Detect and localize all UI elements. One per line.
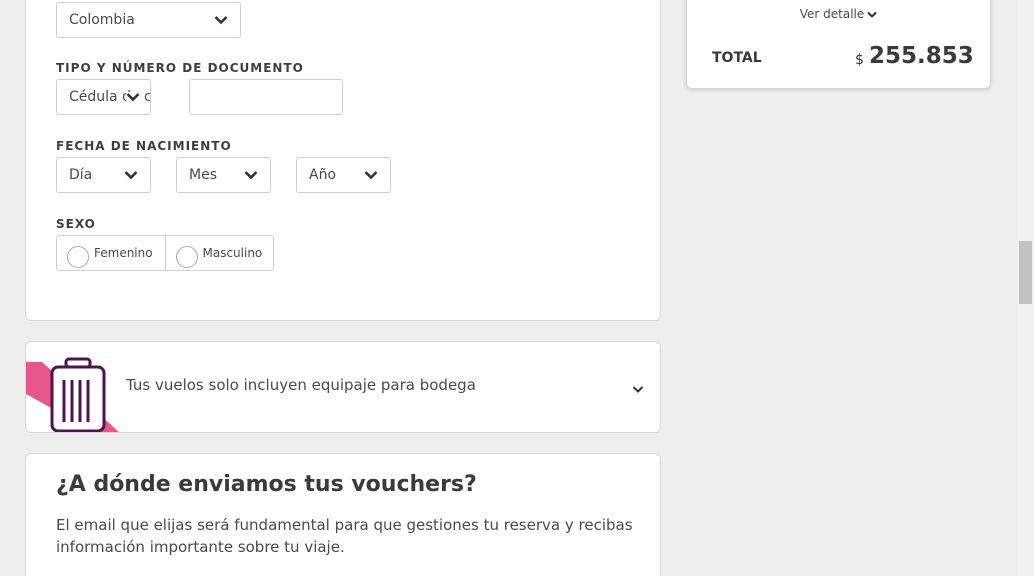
sex-label: SEXO xyxy=(56,217,96,231)
chevron-down-icon xyxy=(126,92,140,102)
view-detail-link[interactable]: Ver detalle xyxy=(687,7,990,21)
chevron-down-icon xyxy=(214,15,228,25)
voucher-description: El email que elijas será fundamental par… xyxy=(56,516,633,556)
birth-day-select[interactable]: Día xyxy=(56,157,151,193)
chevron-down-icon xyxy=(364,170,378,180)
document-type-select[interactable]: Cédula de ciudadanía xyxy=(56,79,151,115)
voucher-card: ¿A dónde enviamos tus vouchers? El email… xyxy=(25,453,661,576)
birth-day-value: Día xyxy=(69,167,93,183)
sex-radio-group: Femenino Masculino xyxy=(56,235,274,271)
suitcase-icon xyxy=(26,357,119,432)
birth-month-select[interactable]: Mes xyxy=(176,157,271,193)
country-select-value: Colombia xyxy=(69,12,135,28)
baggage-info-card[interactable]: Tus vuelos solo incluyen equipaje para b… xyxy=(25,341,661,433)
radio-button[interactable] xyxy=(67,246,89,268)
sex-option-label: Masculino xyxy=(202,246,263,260)
total-currency: $ xyxy=(855,52,864,68)
birthdate-label: FECHA DE NACIMIENTO xyxy=(56,139,232,153)
total-label: TOTAL xyxy=(712,50,762,66)
baggage-text: Tus vuelos solo incluyen equipaje para b… xyxy=(126,376,476,394)
chevron-down-icon xyxy=(124,170,138,180)
view-detail-label: Ver detalle xyxy=(799,7,865,21)
document-label: TIPO Y NÚMERO DE DOCUMENTO xyxy=(56,61,304,75)
birth-year-value: Año xyxy=(309,167,337,183)
sex-option-masculino[interactable]: Masculino xyxy=(164,236,274,270)
chevron-down-icon xyxy=(867,11,877,18)
country-select[interactable]: Colombia xyxy=(56,2,241,38)
voucher-title: ¿A dónde enviamos tus vouchers? xyxy=(56,472,477,497)
birth-year-select[interactable]: Año xyxy=(296,157,391,193)
sex-option-label: Femenino xyxy=(94,246,153,260)
chevron-down-icon[interactable] xyxy=(632,379,644,393)
chevron-down-icon xyxy=(244,170,258,180)
birth-month-value: Mes xyxy=(189,167,217,183)
document-number-input[interactable] xyxy=(189,79,343,115)
total-amount: 255.853 xyxy=(869,43,974,69)
radio-button[interactable] xyxy=(175,246,198,268)
price-summary-card: Ver detalle TOTAL $ 255.853 xyxy=(686,0,991,89)
scrollbar-thumb[interactable] xyxy=(1019,241,1032,304)
sex-option-femenino[interactable]: Femenino xyxy=(57,236,165,270)
passenger-form-card: Colombia TIPO Y NÚMERO DE DOCUMENTO Cédu… xyxy=(25,0,661,321)
page-scrollbar[interactable] xyxy=(1017,0,1034,576)
